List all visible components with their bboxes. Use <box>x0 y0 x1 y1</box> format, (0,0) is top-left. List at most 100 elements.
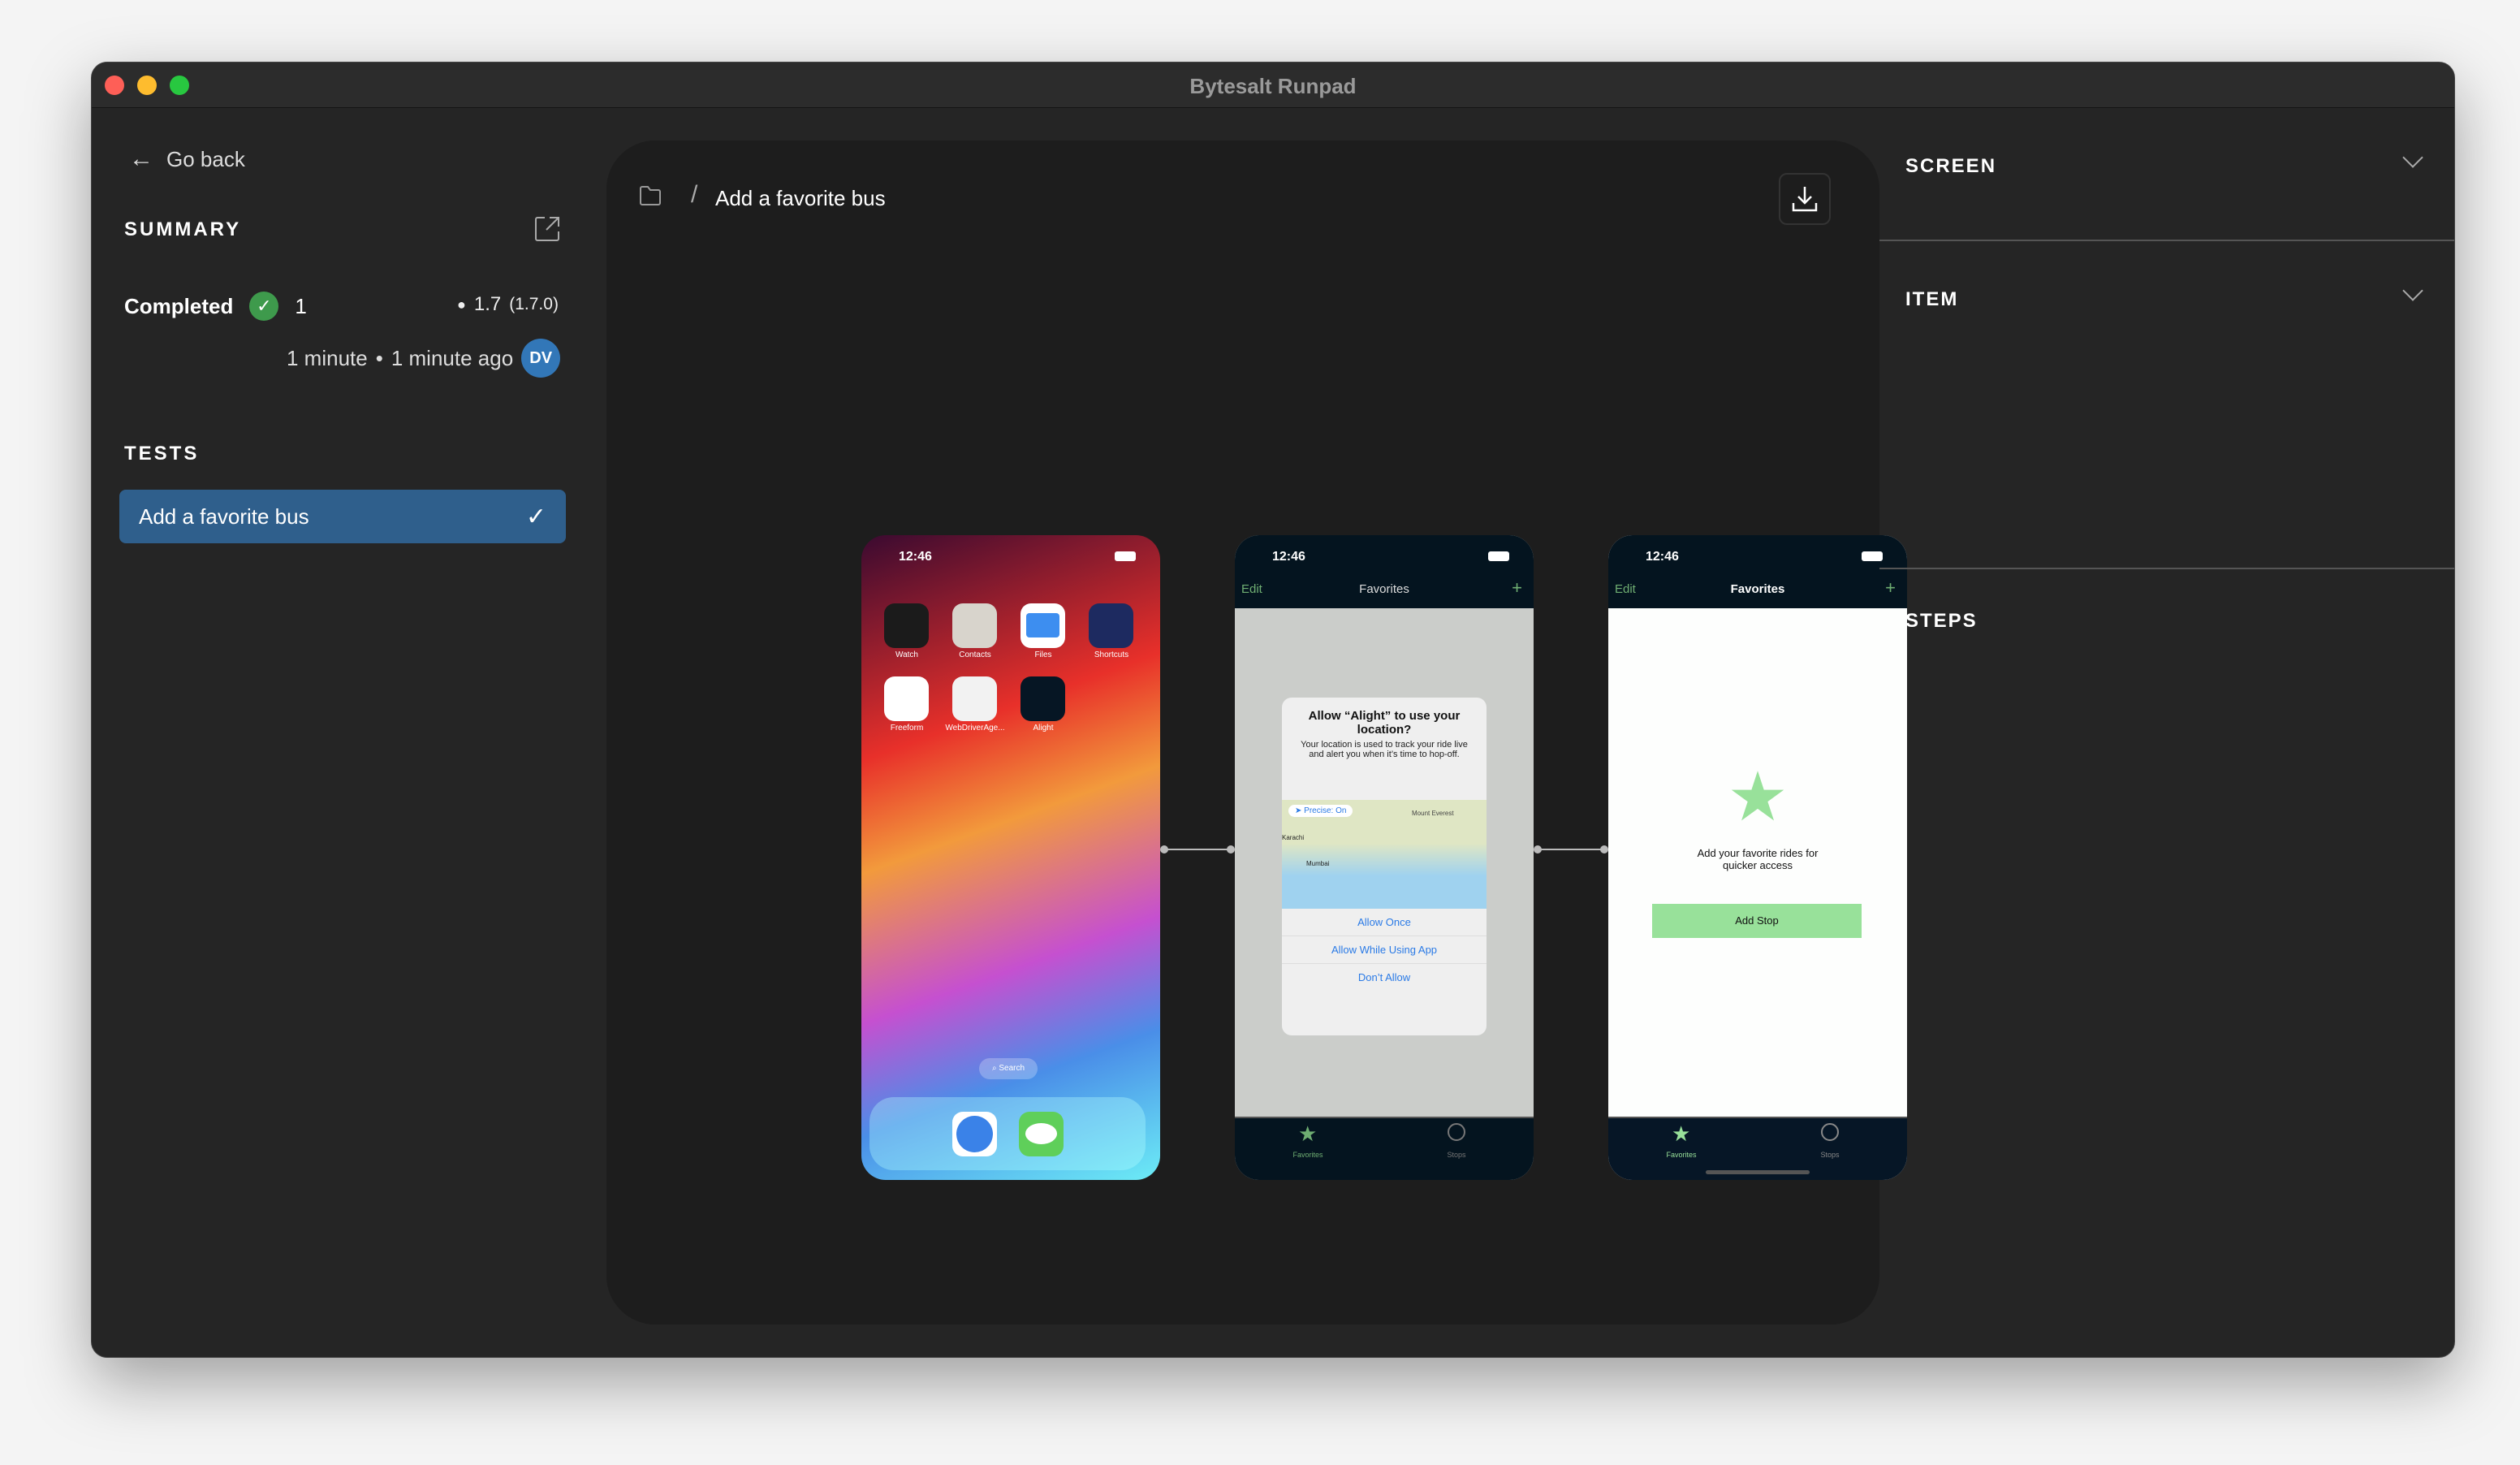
star-icon: ★ <box>1727 758 1789 835</box>
arrow-left-icon: ← <box>129 145 153 172</box>
search-label: Search <box>999 1064 1025 1073</box>
app-label: Files <box>1034 650 1052 659</box>
nav-title: Favorites <box>1730 582 1785 596</box>
apple-icon: ● <box>457 296 466 313</box>
avatar: DV <box>521 339 561 378</box>
status-time: 12:46 <box>1646 550 1679 564</box>
item-section-header[interactable]: ITEM <box>1905 288 1958 311</box>
divider <box>1879 568 2454 569</box>
external-link-icon[interactable] <box>533 215 561 243</box>
app-label: Alight <box>1033 724 1054 732</box>
tab-stops[interactable]: Stops <box>1432 1151 1481 1159</box>
status-time: 12:46 <box>1272 550 1305 564</box>
files-app-icon[interactable] <box>1021 603 1065 648</box>
map-label: Karachi <box>1282 834 1305 841</box>
chevron-down-icon[interactable] <box>2402 280 2423 301</box>
tab-bar: ★ Favorites Stops <box>1608 1117 1907 1180</box>
connector-line <box>1167 849 1228 850</box>
breadcrumb-separator: / <box>691 181 698 208</box>
alert-title: Allow “Alight” to use your location? <box>1308 709 1461 737</box>
test-item-add-favorite-bus[interactable]: Add a favorite bus ✓ <box>119 490 566 543</box>
contacts-app-icon[interactable] <box>952 603 997 648</box>
add-stop-button[interactable]: Add Stop <box>1652 904 1862 938</box>
freeform-app-icon[interactable] <box>884 676 929 721</box>
nav-title: Favorites <box>1359 582 1409 596</box>
add-button[interactable]: + <box>1885 577 1896 599</box>
separator: • <box>375 345 383 370</box>
dock <box>869 1097 1146 1170</box>
battery-icon <box>1488 551 1509 561</box>
passed-count: 1 <box>295 293 307 318</box>
status-row: Completed ✓ 1 <box>124 292 307 321</box>
screen-flow-panel: / Add a favorite bus 12:46 Watch Contact… <box>606 140 1907 1325</box>
search-pill[interactable]: ⌕ Search <box>979 1058 1038 1079</box>
app-label: Watch <box>895 650 918 659</box>
precise-label: Precise: On <box>1304 806 1347 815</box>
time-ago: 1 minute ago <box>391 345 514 370</box>
tab-stops[interactable]: Stops <box>1806 1151 1854 1159</box>
summary-heading: SUMMARY <box>124 218 242 240</box>
chevron-down-icon[interactable] <box>2402 147 2423 168</box>
screen-location-alert[interactable]: 12:46 Edit Favorites + Allow “Alight” to… <box>1235 535 1534 1180</box>
connector-dot <box>1600 845 1608 854</box>
app-label: Freeform <box>890 724 924 732</box>
battery-icon <box>1115 551 1136 561</box>
duration: 1 minute <box>287 345 368 370</box>
go-back-label: Go back <box>166 146 245 171</box>
steps-section-header: STEPS <box>1905 610 1978 632</box>
allow-once-button[interactable]: Allow Once <box>1282 909 1487 936</box>
run-timing: 1 minute • 1 minute ago DV <box>287 339 561 378</box>
shortcuts-app-icon[interactable] <box>1089 603 1133 648</box>
app-label: Shortcuts <box>1094 650 1129 659</box>
allow-while-using-button[interactable]: Allow While Using App <box>1282 936 1487 964</box>
go-back-link[interactable]: ← Go back <box>129 145 245 173</box>
connector-line <box>1540 849 1602 850</box>
app-version: ● 1.7 (1.7.0) <box>457 293 559 316</box>
tests-heading: TESTS <box>124 443 200 465</box>
map-label: Mumbai <box>1306 860 1330 867</box>
battery-icon <box>1862 551 1883 561</box>
screen-home[interactable]: 12:46 Watch Contacts Files Shortcuts Fre… <box>861 535 1160 1180</box>
messages-app-icon[interactable] <box>1019 1112 1064 1156</box>
stops-icon <box>1448 1123 1465 1141</box>
connector-dot <box>1227 845 1235 854</box>
tab-favorites[interactable]: Favorites <box>1284 1151 1332 1159</box>
window-title: Bytesalt Runpad <box>1189 74 1357 98</box>
map-label: Mount Everest <box>1412 810 1454 817</box>
nav-bar: 12:46 Edit Favorites + <box>1235 535 1534 608</box>
divider <box>1879 240 2454 241</box>
breadcrumb-title: Add a favorite bus <box>715 186 886 210</box>
build-number: (1.7.0) <box>509 295 559 313</box>
test-label: Add a favorite bus <box>139 503 309 529</box>
alight-app-icon[interactable] <box>1021 676 1065 721</box>
alert-buttons: Allow Once Allow While Using App Don’t A… <box>1282 909 1487 992</box>
watch-app-icon[interactable] <box>884 603 929 648</box>
app-window: Bytesalt Runpad ← Go back SUMMARY Comple… <box>91 62 2455 1358</box>
check-circle-icon: ✓ <box>249 292 279 321</box>
alert-message: Your location is used to track your ride… <box>1301 740 1468 759</box>
app-label: Contacts <box>959 650 991 659</box>
safari-app-icon[interactable] <box>952 1112 997 1156</box>
download-button[interactable] <box>1779 173 1831 225</box>
screen-section-header[interactable]: SCREEN <box>1905 155 1996 178</box>
folder-icon[interactable] <box>639 184 662 207</box>
dont-allow-button[interactable]: Don’t Allow <box>1282 964 1487 992</box>
precise-toggle[interactable]: ➤ Precise: On <box>1288 805 1353 817</box>
add-button[interactable]: + <box>1512 577 1522 599</box>
title-bar: Bytesalt Runpad <box>92 63 2454 108</box>
screen-favorites[interactable]: 12:46 Edit Favorites + ★ Add your favori… <box>1608 535 1907 1180</box>
version-number: 1.7 <box>473 293 502 315</box>
status-label: Completed <box>124 293 234 318</box>
location-map: ➤ Precise: On Mount Everest Karachi Mumb… <box>1282 800 1487 909</box>
empty-state-text: Add your favorite rides for quicker acce… <box>1697 847 1819 871</box>
webdriveragent-app-icon[interactable] <box>952 676 997 721</box>
star-icon: ★ <box>1672 1121 1691 1146</box>
download-icon <box>1792 187 1818 212</box>
nav-bar: 12:46 Edit Favorites + <box>1608 535 1907 608</box>
home-indicator <box>1706 1170 1810 1174</box>
app-label: WebDriverAge... <box>945 724 1005 732</box>
checkmark-icon: ✓ <box>525 503 546 530</box>
location-alert: Allow “Alight” to use your location? You… <box>1282 698 1487 1035</box>
tab-favorites[interactable]: Favorites <box>1657 1151 1706 1159</box>
tab-bar: ★ Favorites Stops <box>1235 1117 1534 1180</box>
